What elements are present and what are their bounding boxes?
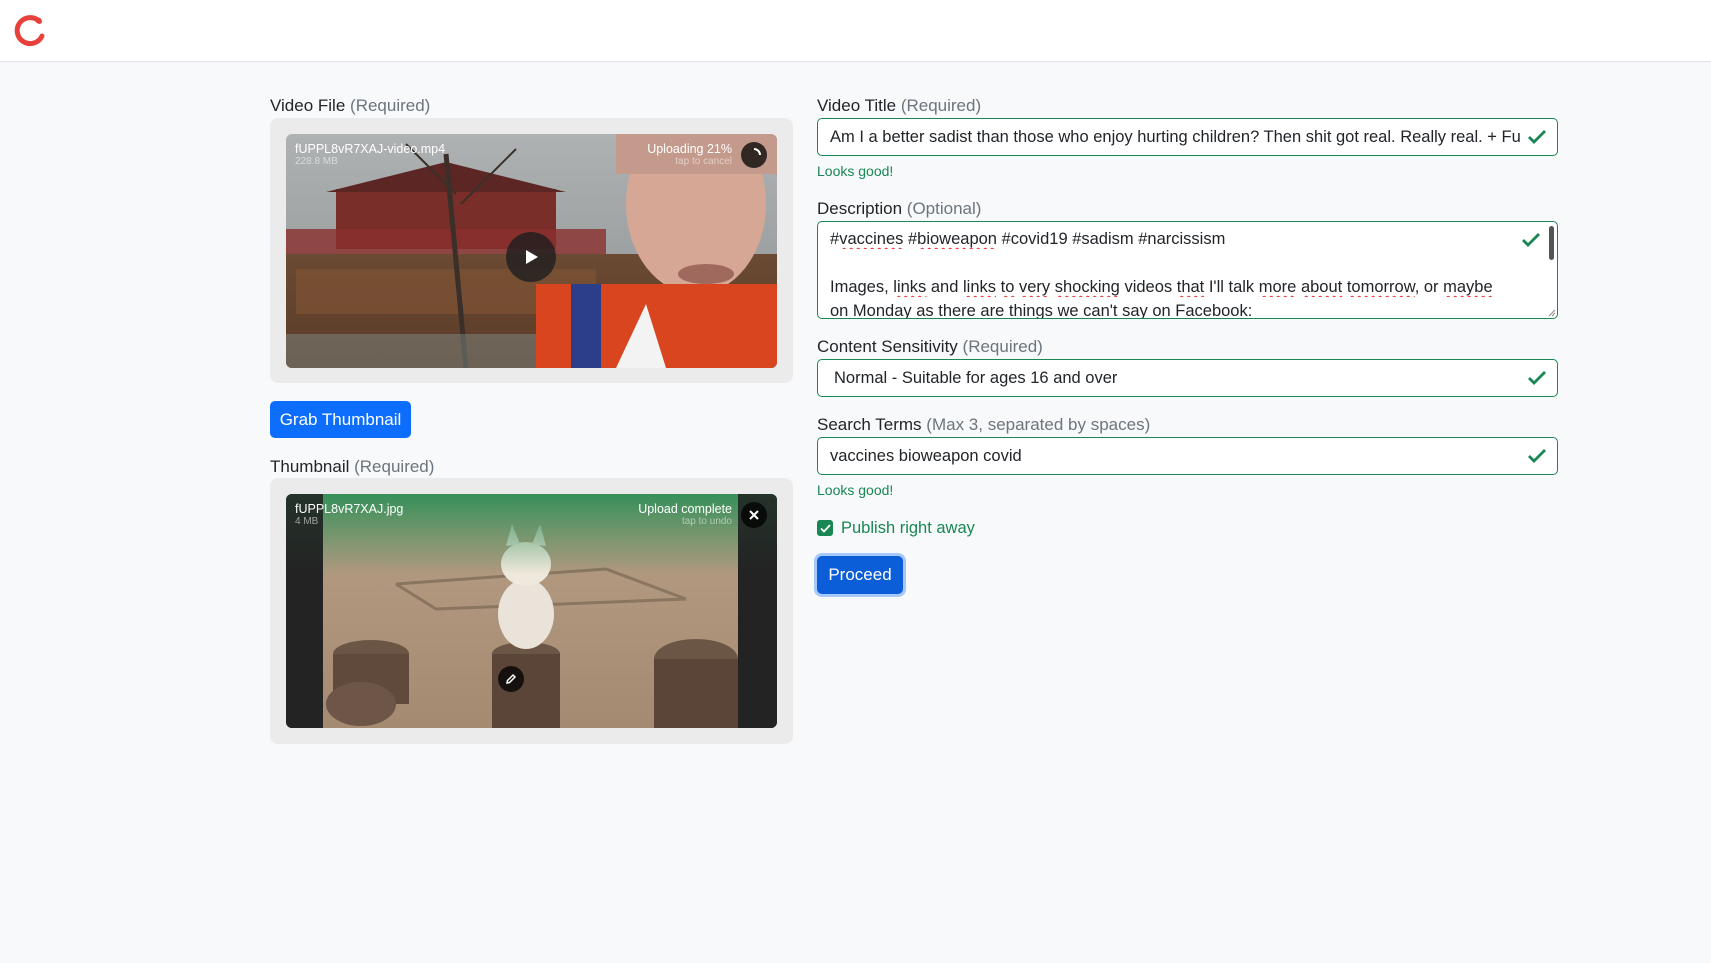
grab-thumbnail-button[interactable]: Grab Thumbnail [270, 401, 411, 438]
thumbnail-label: Thumbnail (Required) [270, 457, 435, 476]
content-sensitivity-value: Normal - Suitable for ages 16 and over [834, 369, 1118, 387]
description-label: Description (Optional) [817, 199, 982, 218]
video-file-name: fUPPL8vR7XAJ-video.mp4 [295, 142, 446, 156]
play-button[interactable] [506, 232, 556, 282]
video-title-input[interactable]: Am I a better sadist than those who enjo… [817, 118, 1558, 156]
publish-checkbox[interactable] [817, 520, 833, 536]
valid-check-icon [1528, 130, 1546, 144]
valid-check-icon [1528, 371, 1546, 385]
refresh-c-logo-icon[interactable] [12, 12, 48, 48]
search-terms-value: vaccines bioweapon covid [830, 447, 1022, 465]
cancel-hint: tap to cancel [675, 156, 732, 167]
resize-handle-icon[interactable] [1546, 307, 1556, 317]
thumbnail-image [286, 494, 777, 728]
title-valid-feedback: Looks good! [817, 163, 894, 179]
play-icon [526, 250, 538, 264]
upload-status: Uploading 21% [647, 142, 732, 156]
video-file-label: Video File (Required) [270, 96, 431, 115]
loading-spinner-icon[interactable] [741, 142, 767, 168]
top-navbar [0, 0, 1711, 62]
video-preview[interactable]: fUPPL8vR7XAJ-video.mp4 228.8 MB Uploadin… [286, 134, 777, 368]
thumbnail-file-name: fUPPL8vR7XAJ.jpg [295, 502, 404, 516]
undo-hint: tap to undo [681, 516, 732, 527]
video-upload-panel: fUPPL8vR7XAJ-video.mp4 228.8 MB Uploadin… [270, 118, 793, 383]
search-terms-label: Search Terms (Max 3, separated by spaces… [817, 415, 1151, 434]
video-title-label: Video Title (Required) [817, 96, 982, 115]
video-title-value: Am I a better sadist than those who enjo… [830, 128, 1520, 146]
search-terms-input[interactable]: vaccines bioweapon covid [817, 437, 1558, 475]
content-sensitivity-label: Content Sensitivity (Required) [817, 337, 1043, 356]
valid-check-icon [1522, 233, 1540, 247]
thumbnail-preview[interactable]: fUPPL8vR7XAJ.jpg 4 MB Upload complete ta… [286, 494, 777, 728]
textarea-scrollbar[interactable] [1549, 226, 1554, 260]
description-textarea[interactable]: #vaccines #bioweapon #covid19 #sadism #n… [817, 221, 1558, 319]
search-valid-feedback: Looks good! [817, 482, 894, 498]
description-line-1: #vaccines #bioweapon #covid19 #sadism #n… [830, 230, 1226, 248]
valid-check-icon [1528, 449, 1546, 463]
thumbnail-file-size: 4 MB [295, 516, 319, 527]
video-file-size: 228.8 MB [295, 156, 338, 167]
thumbnail-upload-panel: fUPPL8vR7XAJ.jpg 4 MB Upload complete ta… [270, 478, 793, 744]
description-line-2: Images, links and links to very shocking… [830, 278, 1493, 296]
description-line-3: on Monday as there are things we can't s… [830, 302, 1253, 319]
publish-label[interactable]: Publish right away [841, 519, 975, 538]
edit-pencil-icon[interactable] [498, 666, 524, 692]
proceed-button[interactable]: Proceed [817, 556, 903, 594]
close-icon[interactable] [741, 502, 767, 528]
checkmark-icon [819, 523, 831, 533]
thumbnail-status: Upload complete [638, 502, 732, 516]
content-sensitivity-select[interactable]: Normal - Suitable for ages 16 and over [817, 359, 1558, 397]
